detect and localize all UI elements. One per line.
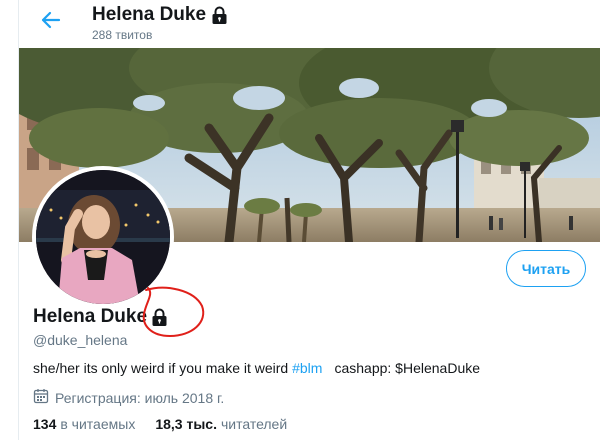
arrow-left-icon [41,11,61,34]
profile-header: Helena Duke 288 твитов [19,0,600,48]
bio-text: she/her its only weird if you make it we… [33,360,293,376]
profile-avatar[interactable] [32,166,174,308]
lock-icon [151,308,168,327]
profile-name-text: Helena Duke [33,306,148,327]
joined-text: Регистрация: июль 2018 г. [55,389,225,406]
lock-icon [211,6,228,25]
tweet-count: 288 твитов [92,28,153,42]
header-name-text: Helena Duke [92,4,207,25]
profile-stats: 134 в читаемых 18,3 тыс. читателей [33,416,287,432]
back-button[interactable] [35,6,67,38]
bio-cashapp-text: cashapp: $HelenaDuke [334,360,481,376]
followers-label: читателей [220,416,288,432]
joined-date: Регистрация: июль 2018 г. [33,388,224,407]
following-label: в читаемых [60,416,136,432]
follow-button[interactable]: Читать [506,250,586,287]
followers-link[interactable]: 18,3 тыс. читателей [155,416,287,432]
header-title: Helena Duke [92,4,228,26]
bio-hashtag-link[interactable]: #blm [292,360,322,376]
followers-count: 18,3 тыс. [155,416,217,432]
following-count: 134 [33,416,57,432]
profile-bio: she/her its only weird if you make it we… [33,360,480,376]
profile-handle: @duke_helena [33,332,128,348]
profile-name: Helena Duke [33,306,168,328]
following-link[interactable]: 134 в читаемых [33,416,135,432]
calendar-icon [33,388,49,407]
